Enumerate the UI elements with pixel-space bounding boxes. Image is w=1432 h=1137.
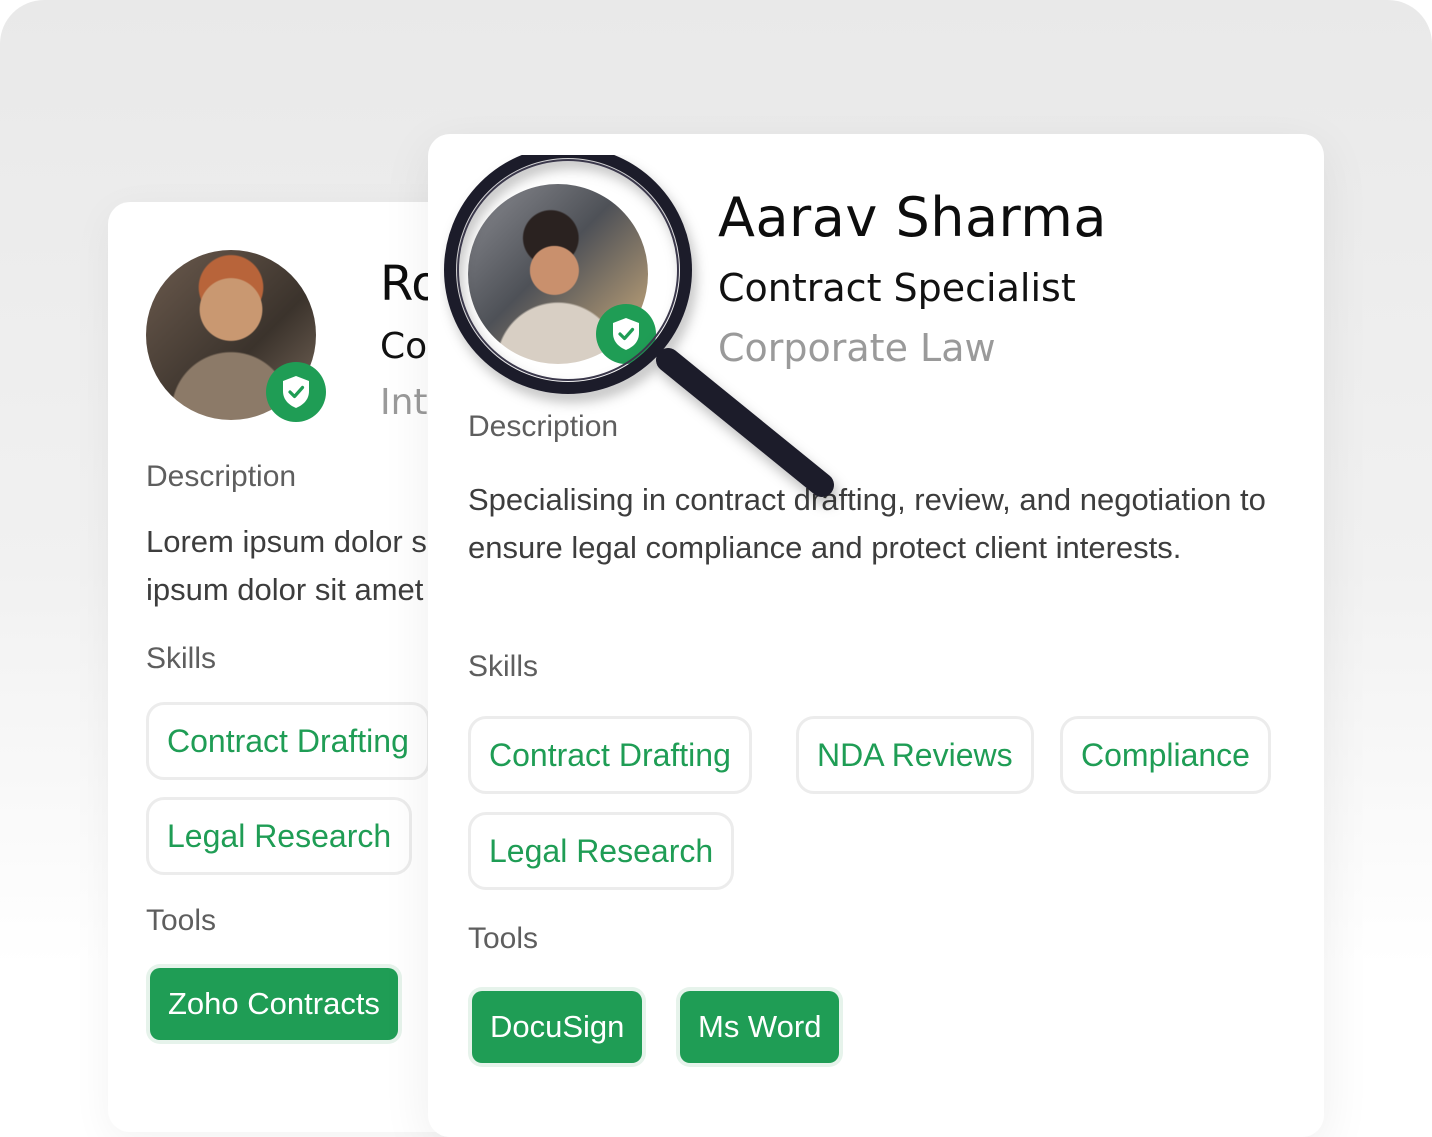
tools-label: Tools bbox=[468, 922, 539, 955]
tool-chip[interactable]: Ms Word bbox=[680, 991, 840, 1063]
magnifying-glass-icon bbox=[444, 155, 834, 497]
skill-chip[interactable]: Contract Drafting bbox=[146, 702, 428, 780]
skills-label: Skills bbox=[146, 642, 217, 675]
skill-chip[interactable]: NDA Reviews bbox=[796, 716, 1034, 794]
skills-label: Skills bbox=[468, 650, 539, 683]
skill-chip[interactable]: Legal Research bbox=[468, 812, 735, 890]
skill-chip[interactable]: Compliance bbox=[1060, 716, 1271, 794]
card-fade bbox=[428, 1067, 1324, 1137]
description-label: Description bbox=[146, 460, 297, 493]
skill-chip[interactable]: Legal Research bbox=[146, 797, 413, 875]
back-card-content: Description Lorem ipsum dolor s ipsum do… bbox=[108, 202, 428, 1132]
tools-label: Tools bbox=[146, 904, 217, 937]
background-panel: Ro Co Int Description Lorem ipsum dolor … bbox=[0, 0, 1432, 1137]
tool-chip[interactable]: DocuSign bbox=[472, 991, 643, 1063]
description-text: Lorem ipsum dolor s ipsum dolor sit amet bbox=[146, 524, 427, 607]
skill-chip[interactable]: Contract Drafting bbox=[468, 716, 752, 794]
tool-chip[interactable]: Zoho Contracts bbox=[150, 968, 398, 1040]
